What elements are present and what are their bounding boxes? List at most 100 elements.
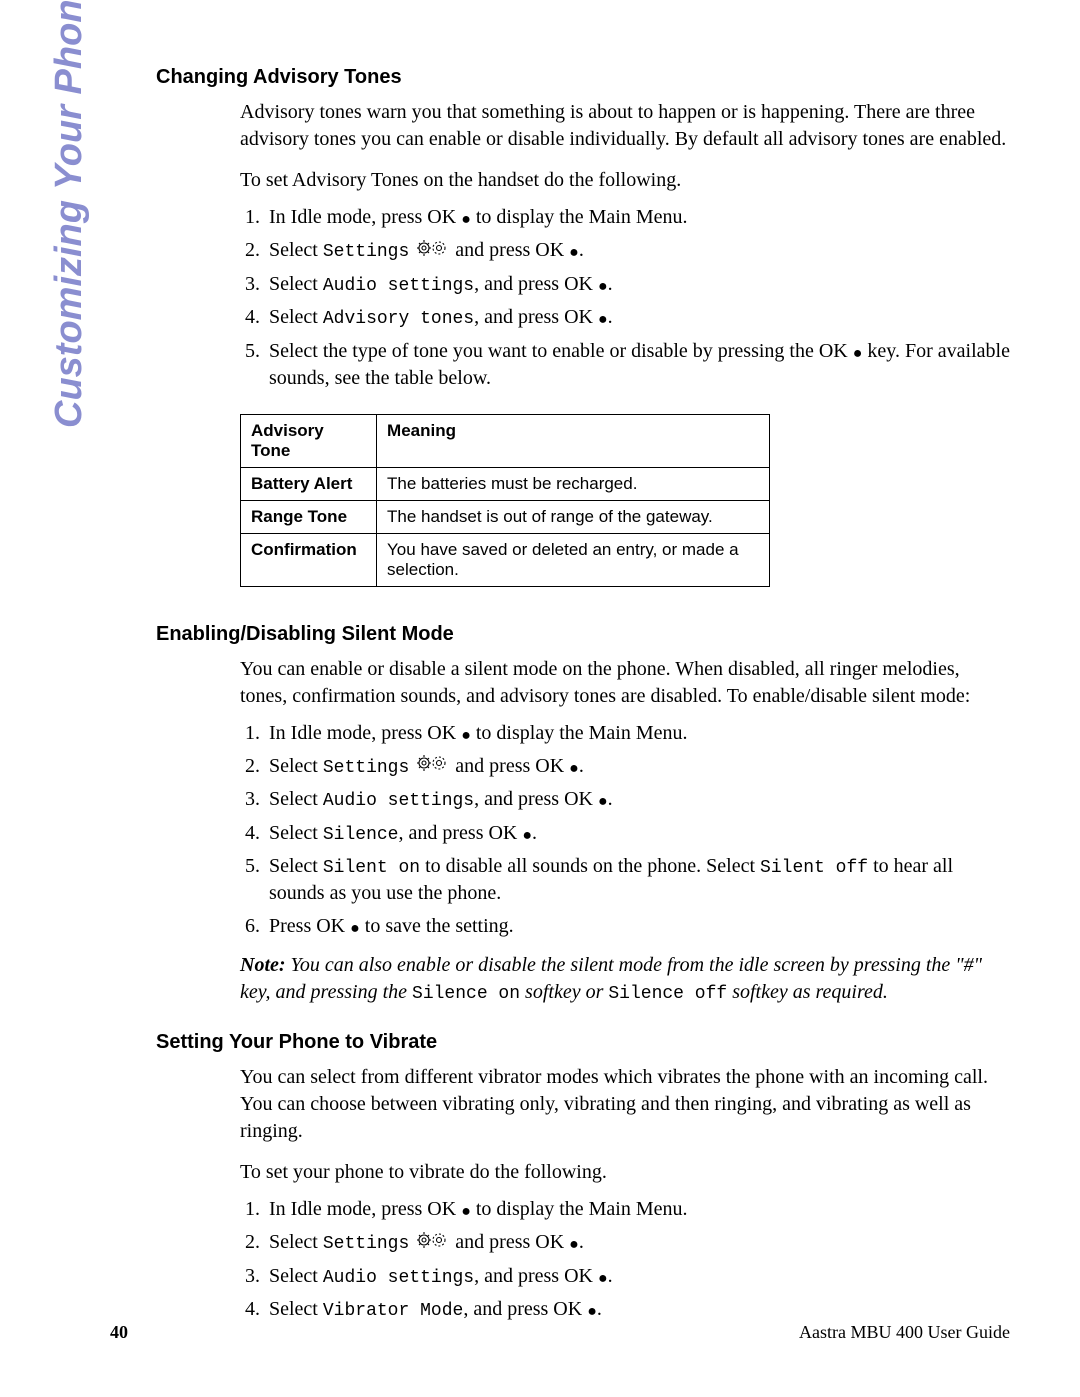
text: to display the Main Menu. bbox=[471, 1198, 688, 1220]
ok-dot-icon: ● bbox=[522, 825, 532, 847]
ok-dot-icon: ● bbox=[598, 791, 608, 813]
vibrate-step-3: Select Audio settings, and press OK ●. bbox=[265, 1263, 1010, 1290]
text: Select bbox=[269, 239, 323, 261]
text: Select bbox=[269, 788, 323, 810]
section-title-advisory: Changing Advisory Tones bbox=[156, 66, 1010, 89]
silent-steps: In Idle mode, press OK ● to display the … bbox=[240, 720, 1010, 941]
settings-icon bbox=[416, 1230, 448, 1257]
ok-dot-icon: ● bbox=[461, 1201, 471, 1223]
menu-mono: Audio settings bbox=[323, 276, 474, 296]
table-cell: You have saved or deleted an entry, or m… bbox=[377, 533, 770, 586]
text: Select bbox=[269, 855, 323, 877]
side-heading: Customizing Your Phone bbox=[48, 0, 91, 428]
ok-dot-icon: ● bbox=[853, 343, 863, 365]
section-title-vibrate: Setting Your Phone to Vibrate bbox=[156, 1031, 1010, 1054]
table-cell: The handset is out of range of the gatew… bbox=[377, 500, 770, 533]
advisory-step-5: Select the type of tone you want to enab… bbox=[265, 338, 1010, 392]
text: , and press OK bbox=[474, 273, 598, 295]
page-number: 40 bbox=[110, 1322, 128, 1343]
vibrate-step-1: In Idle mode, press OK ● to display the … bbox=[265, 1196, 1010, 1223]
vibrate-steps: In Idle mode, press OK ● to display the … bbox=[240, 1196, 1010, 1324]
ok-dot-icon: ● bbox=[587, 1301, 597, 1323]
table-header: Meaning bbox=[377, 414, 770, 467]
page-footer: 40 Aastra MBU 400 User Guide bbox=[110, 1322, 1010, 1343]
silent-step-5: Select Silent on to disable all sounds o… bbox=[265, 853, 1010, 907]
ok-dot-icon: ● bbox=[461, 209, 471, 231]
menu-mono: Silent off bbox=[760, 858, 868, 878]
table-cell: Confirmation bbox=[241, 533, 377, 586]
text: . bbox=[608, 306, 613, 328]
vibrate-step-2: Select Settings and press OK ●. bbox=[265, 1229, 1010, 1257]
silent-intro1: You can enable or disable a silent mode … bbox=[240, 656, 1010, 710]
text: to display the Main Menu. bbox=[471, 722, 688, 744]
ok-dot-icon: ● bbox=[598, 276, 608, 298]
settings-icon bbox=[416, 238, 448, 265]
note-label: Note: bbox=[240, 954, 286, 976]
text: Battery Alert bbox=[251, 474, 352, 493]
text: In Idle mode, press OK bbox=[269, 722, 461, 744]
menu-mono: Vibrator Mode bbox=[323, 1301, 463, 1321]
text: Confirmation bbox=[251, 540, 357, 559]
text: . bbox=[579, 1231, 584, 1253]
ok-dot-icon: ● bbox=[598, 1268, 608, 1290]
table-header: Advisory Tone bbox=[241, 414, 377, 467]
advisory-tone-table: Advisory Tone Meaning Battery Alert The … bbox=[240, 414, 770, 587]
vibrate-step-4: Select Vibrator Mode, and press OK ●. bbox=[265, 1296, 1010, 1323]
menu-mono: Silence off bbox=[608, 984, 727, 1004]
text: Select the type of tone you want to enab… bbox=[269, 340, 853, 362]
text: Select bbox=[269, 1265, 323, 1287]
vibrate-intro1: You can select from different vibrator m… bbox=[240, 1064, 1010, 1145]
text: . bbox=[608, 273, 613, 295]
text: , and press OK bbox=[474, 1265, 598, 1287]
text: . bbox=[579, 239, 584, 261]
text: Select bbox=[269, 306, 323, 328]
section-title-silent: Enabling/Disabling Silent Mode bbox=[156, 623, 1010, 646]
ok-dot-icon: ● bbox=[598, 309, 608, 331]
settings-icon bbox=[416, 753, 448, 780]
ok-dot-icon: ● bbox=[569, 1234, 579, 1256]
text: Press OK bbox=[269, 915, 350, 937]
ok-dot-icon: ● bbox=[350, 918, 360, 940]
text: and press OK bbox=[455, 755, 569, 777]
silent-step-6: Press OK ● to save the setting. bbox=[265, 913, 1010, 940]
silent-step-1: In Idle mode, press OK ● to display the … bbox=[265, 720, 1010, 747]
text: . bbox=[597, 1298, 602, 1320]
text: and press OK bbox=[455, 239, 569, 261]
menu-mono: Silence bbox=[323, 825, 399, 845]
footer-guide: Aastra MBU 400 User Guide bbox=[799, 1322, 1010, 1343]
text: to disable all sounds on the phone. Sele… bbox=[420, 855, 760, 877]
menu-mono: Silence on bbox=[412, 984, 520, 1004]
menu-mono: Advisory tones bbox=[323, 309, 474, 329]
menu-mono: Audio settings bbox=[323, 1268, 474, 1288]
text: Range Tone bbox=[251, 507, 347, 526]
text: In Idle mode, press OK bbox=[269, 206, 461, 228]
text: softkey as required. bbox=[727, 981, 888, 1003]
text: , and press OK bbox=[463, 1298, 587, 1320]
table-cell: Range Tone bbox=[241, 500, 377, 533]
text: softkey or bbox=[520, 981, 608, 1003]
text: . bbox=[608, 1265, 613, 1287]
text: to display the Main Menu. bbox=[471, 206, 688, 228]
text: . bbox=[579, 755, 584, 777]
menu-mono: Audio settings bbox=[323, 791, 474, 811]
advisory-steps: In Idle mode, press OK ● to display the … bbox=[240, 204, 1010, 392]
text: Select bbox=[269, 822, 323, 844]
ok-dot-icon: ● bbox=[461, 725, 471, 747]
advisory-step-3: Select Audio settings, and press OK ●. bbox=[265, 271, 1010, 298]
advisory-step-4: Select Advisory tones, and press OK ●. bbox=[265, 304, 1010, 331]
text: In Idle mode, press OK bbox=[269, 1198, 461, 1220]
table-row: Battery Alert The batteries must be rech… bbox=[241, 467, 770, 500]
ok-dot-icon: ● bbox=[569, 758, 579, 780]
table-cell: The batteries must be recharged. bbox=[377, 467, 770, 500]
table-header-row: Advisory Tone Meaning bbox=[241, 414, 770, 467]
menu-mono: Settings bbox=[323, 1234, 409, 1254]
text: Select bbox=[269, 273, 323, 295]
text: Select bbox=[269, 1298, 323, 1320]
text: . bbox=[608, 788, 613, 810]
menu-mono: Settings bbox=[323, 242, 409, 262]
text: Select bbox=[269, 755, 323, 777]
vibrate-intro2: To set your phone to vibrate do the foll… bbox=[240, 1159, 1010, 1186]
text: . bbox=[532, 822, 537, 844]
ok-dot-icon: ● bbox=[569, 242, 579, 264]
text: Select bbox=[269, 1231, 323, 1253]
